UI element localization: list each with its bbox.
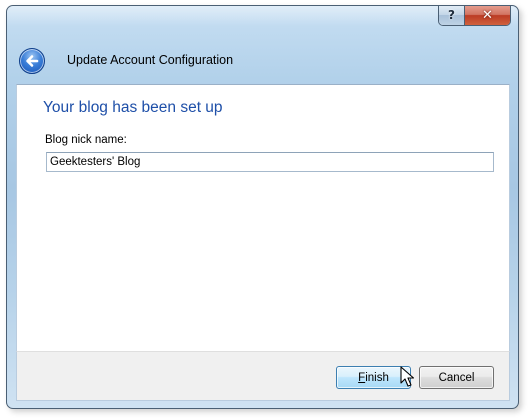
back-arrow-icon [26,55,39,67]
close-button[interactable]: ✕ [465,6,510,25]
finish-label-rest: inish [365,371,389,384]
cancel-label: Cancel [438,371,475,384]
finish-label: Finish [358,372,389,384]
content-panel: Your blog has been set up Blog nick name… [16,84,510,351]
blog-nick-name-label: Blog nick name: [45,134,127,146]
caption-buttons: ? ✕ [438,6,511,26]
help-icon: ? [448,8,455,22]
blog-nick-name-input[interactable]: Geektesters' Blog [46,152,494,172]
window-title: Update Account Configuration [67,53,234,67]
page-heading: Your blog has been set up [43,99,223,116]
dialog-window: ? ✕ Update Account Configuration Your bl… [6,5,519,409]
cancel-button[interactable]: Cancel [419,366,494,389]
wizard-header: Update Account Configuration [7,36,518,84]
blog-nick-name-value: Geektesters' Blog [50,156,141,168]
back-button[interactable] [19,48,45,74]
finish-button[interactable]: Finish [336,366,411,389]
page: ? ✕ Update Account Configuration Your bl… [0,0,528,418]
help-button[interactable]: ? [439,6,465,25]
button-bar: Finish Cancel [16,351,510,401]
close-icon: ✕ [482,7,493,23]
